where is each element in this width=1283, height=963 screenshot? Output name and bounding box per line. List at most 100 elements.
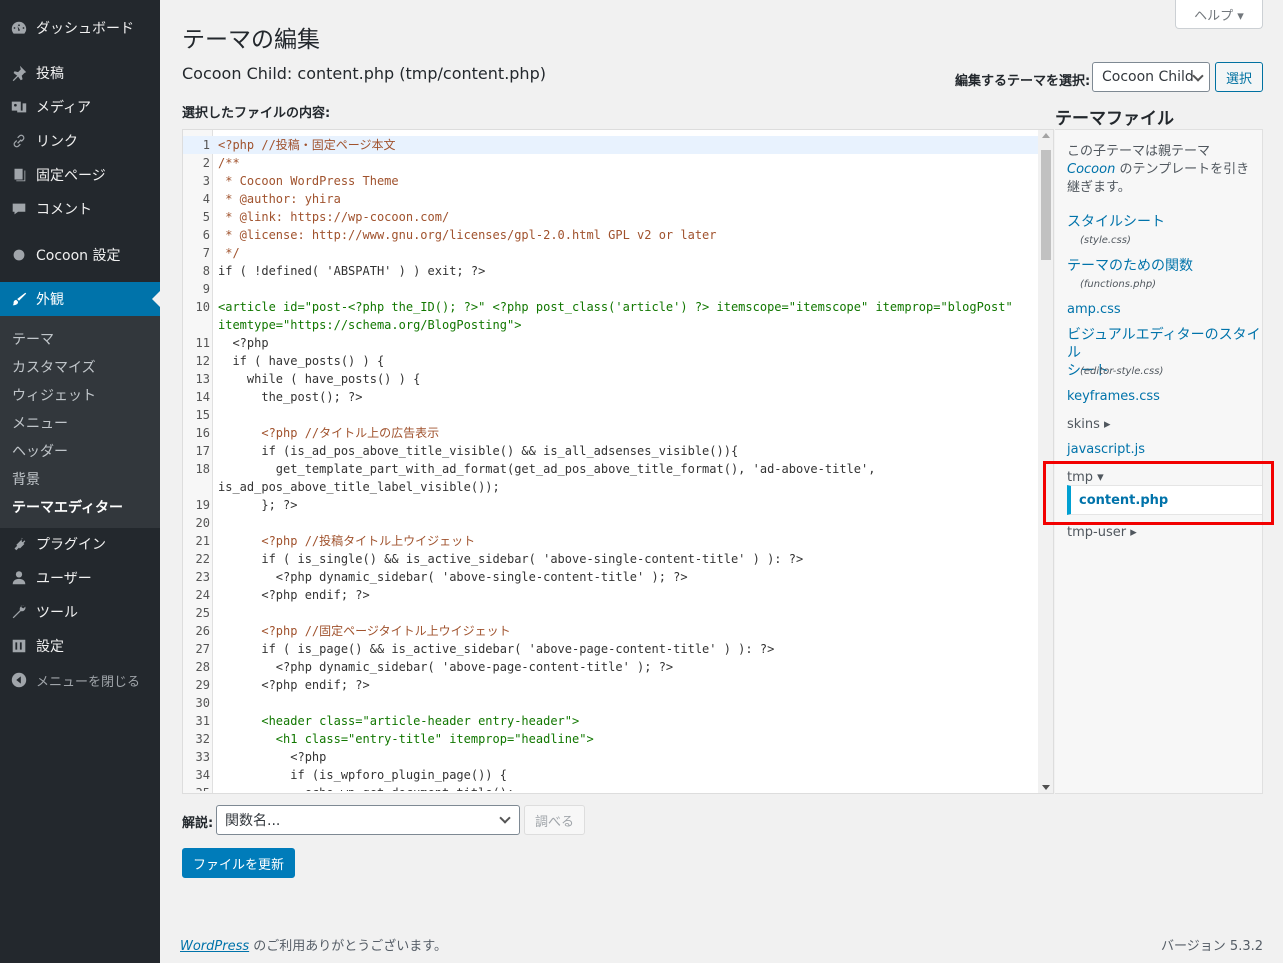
menu-links[interactable]: リンク	[0, 124, 160, 158]
code-line[interactable]: 9	[183, 280, 1038, 298]
code-line[interactable]: 4 * @author: yhira	[183, 190, 1038, 208]
folder-skins[interactable]: skins ▸	[1067, 417, 1111, 432]
menu-posts[interactable]: 投稿	[0, 56, 160, 90]
select-theme-button[interactable]: 選択	[1215, 62, 1263, 92]
code-line[interactable]: 15	[183, 406, 1038, 424]
chevron-down-icon	[499, 812, 511, 824]
page-title: テーマの編集	[182, 27, 320, 53]
wordpress-link[interactable]: WordPress	[180, 939, 249, 954]
code-line[interactable]: 33 <?php	[183, 748, 1038, 766]
code-line[interactable]: 20	[183, 514, 1038, 532]
scroll-down-icon[interactable]	[1042, 785, 1050, 790]
pin-icon	[0, 64, 36, 82]
folder-tmp-user[interactable]: tmp-user ▸	[1067, 525, 1137, 540]
code-line[interactable]: 30	[183, 694, 1038, 712]
help-label: ヘルプ ▾	[1194, 8, 1244, 24]
highlight-box	[1043, 461, 1274, 525]
code-line[interactable]: 2 /**	[183, 154, 1038, 172]
code-line[interactable]: 6 * @license: http://www.gnu.org/license…	[183, 226, 1038, 244]
code-line[interactable]: 28 <?php dynamic_sidebar( 'above-page-co…	[183, 658, 1038, 676]
file-stylesheet[interactable]: スタイルシート	[1067, 213, 1165, 231]
menu-appearance[interactable]: 外観	[0, 282, 160, 316]
menu-media[interactable]: メディア	[0, 90, 160, 124]
menu-label: ダッシュボード	[36, 21, 134, 37]
code-editor[interactable]: 1 <?php //投稿・固定ページ本文 2 /** 3 * Cocoon WordPr…	[182, 129, 1054, 794]
update-file-button[interactable]: ファイルを更新	[182, 848, 295, 878]
lookup-button[interactable]: 調べる	[524, 805, 585, 835]
file-javascript[interactable]: javascript.js	[1067, 441, 1145, 459]
code-line[interactable]: 34 if (is_wpforo_plugin_page()) {	[183, 766, 1038, 784]
submenu-customize[interactable]: カスタマイズ	[12, 357, 96, 377]
menu-label: コメント	[36, 202, 92, 218]
code-line[interactable]: 14 the_post(); ?>	[183, 388, 1038, 406]
code-line[interactable]: 10 <article id="post-<?php the_ID(); ?>" …	[183, 298, 1038, 334]
code-line[interactable]: 22 if ( is_single() && is_active_sidebar…	[183, 550, 1038, 568]
help-button[interactable]: ヘルプ ▾	[1175, 0, 1263, 29]
menu-cocoon-settings[interactable]: Cocoon 設定	[0, 238, 160, 272]
code-line[interactable]: 26 <?php //固定ページタイトル上ウイジェット	[183, 622, 1038, 640]
line-number: 25	[195, 606, 210, 620]
submenu-menus[interactable]: メニュー	[12, 413, 68, 433]
code-line[interactable]: 35 echo wp_get_document_title();	[183, 784, 1038, 791]
code-line[interactable]: 18 get_template_part_with_ad_format(get_…	[183, 460, 1038, 496]
scroll-up-icon[interactable]	[1042, 133, 1050, 138]
code-line[interactable]: 29 <?php endif; ?>	[183, 676, 1038, 694]
menu-dashboard[interactable]: ダッシュボード	[0, 11, 160, 45]
code-line[interactable]: 7 */	[183, 244, 1038, 262]
file-functions[interactable]: テーマのための関数	[1067, 257, 1193, 275]
submenu-header[interactable]: ヘッダー	[12, 441, 68, 461]
submenu-widgets[interactable]: ウィジェット	[12, 385, 96, 405]
menu-plugins[interactable]: プラグイン	[0, 527, 160, 561]
code-line[interactable]: 8 if ( !defined( 'ABSPATH' ) ) exit; ?>	[183, 262, 1038, 280]
submenu-theme-editor[interactable]: テーマエディター	[12, 497, 123, 517]
docs-label: 解説:	[182, 816, 214, 831]
code-text: <?php	[218, 750, 327, 764]
link-icon	[0, 132, 36, 150]
function-select[interactable]: 関数名...	[216, 805, 520, 835]
theme-select-value: Cocoon Child	[1102, 69, 1194, 85]
code-line[interactable]: 16 <?php //タイトル上の広告表示	[183, 424, 1038, 442]
code-text: the_post(); ?>	[218, 390, 363, 404]
code-line[interactable]: 27 if ( is_page() && is_active_sidebar( …	[183, 640, 1038, 658]
code-line[interactable]: 3 * Cocoon WordPress Theme	[183, 172, 1038, 190]
file-amp[interactable]: amp.css	[1067, 301, 1121, 319]
code-line[interactable]: 21 <?php //投稿タイトル上ウイジェット	[183, 532, 1038, 550]
code-text: <?php endif; ?>	[218, 678, 370, 692]
code-line[interactable]: 5 * @link: https://wp-cocoon.com/	[183, 208, 1038, 226]
scroll-thumb[interactable]	[1041, 150, 1051, 260]
line-number: 7	[202, 246, 210, 260]
footer-thanks: WordPress のご利用ありがとうございます。	[180, 935, 447, 954]
code-line[interactable]: 1 <?php //投稿・固定ページ本文	[183, 136, 1038, 154]
theme-select[interactable]: Cocoon Child	[1092, 62, 1210, 92]
code-area[interactable]: 1 <?php //投稿・固定ページ本文 2 /** 3 * Cocoon WordPr…	[183, 136, 1038, 791]
line-number: 19	[195, 498, 210, 512]
menu-settings[interactable]: 設定	[0, 629, 160, 663]
code-line[interactable]: 11 <?php	[183, 334, 1038, 352]
menu-comments[interactable]: コメント	[0, 192, 160, 226]
menu-users[interactable]: ユーザー	[0, 561, 160, 595]
menu-collapse[interactable]: メニューを閉じる	[0, 663, 160, 697]
submenu-background[interactable]: 背景	[12, 469, 40, 489]
code-line[interactable]: 12 if ( have_posts() ) {	[183, 352, 1038, 370]
line-number: 12	[195, 354, 210, 368]
content-label: 選択したファイルの内容:	[182, 106, 331, 121]
file-keyframes[interactable]: keyframes.css	[1067, 388, 1160, 406]
code-line[interactable]: 24 <?php endif; ?>	[183, 586, 1038, 604]
line-number: 6	[202, 228, 210, 242]
code-text: if ( have_posts() ) {	[218, 354, 385, 368]
code-line[interactable]: 19 }; ?>	[183, 496, 1038, 514]
code-line[interactable]: 32 <h1 class="entry-title" itemprop="hea…	[183, 730, 1038, 748]
submenu-themes[interactable]: テーマ	[12, 329, 54, 349]
code-line[interactable]: 23 <?php dynamic_sidebar( 'above-single-…	[183, 568, 1038, 586]
line-number: 23	[195, 570, 210, 584]
line-number: 5	[202, 210, 210, 224]
code-line[interactable]: 25	[183, 604, 1038, 622]
code-text: if (is_ad_pos_above_title_visible() && i…	[218, 444, 739, 458]
code-line[interactable]: 31 <header class="article-header entry-h…	[183, 712, 1038, 730]
code-line[interactable]: 13 while ( have_posts() ) {	[183, 370, 1038, 388]
menu-pages[interactable]: 固定ページ	[0, 158, 160, 192]
line-number: 32	[195, 732, 210, 746]
code-line[interactable]: 17 if (is_ad_pos_above_title_visible() &…	[183, 442, 1038, 460]
line-number: 14	[195, 390, 210, 404]
menu-tools[interactable]: ツール	[0, 595, 160, 629]
